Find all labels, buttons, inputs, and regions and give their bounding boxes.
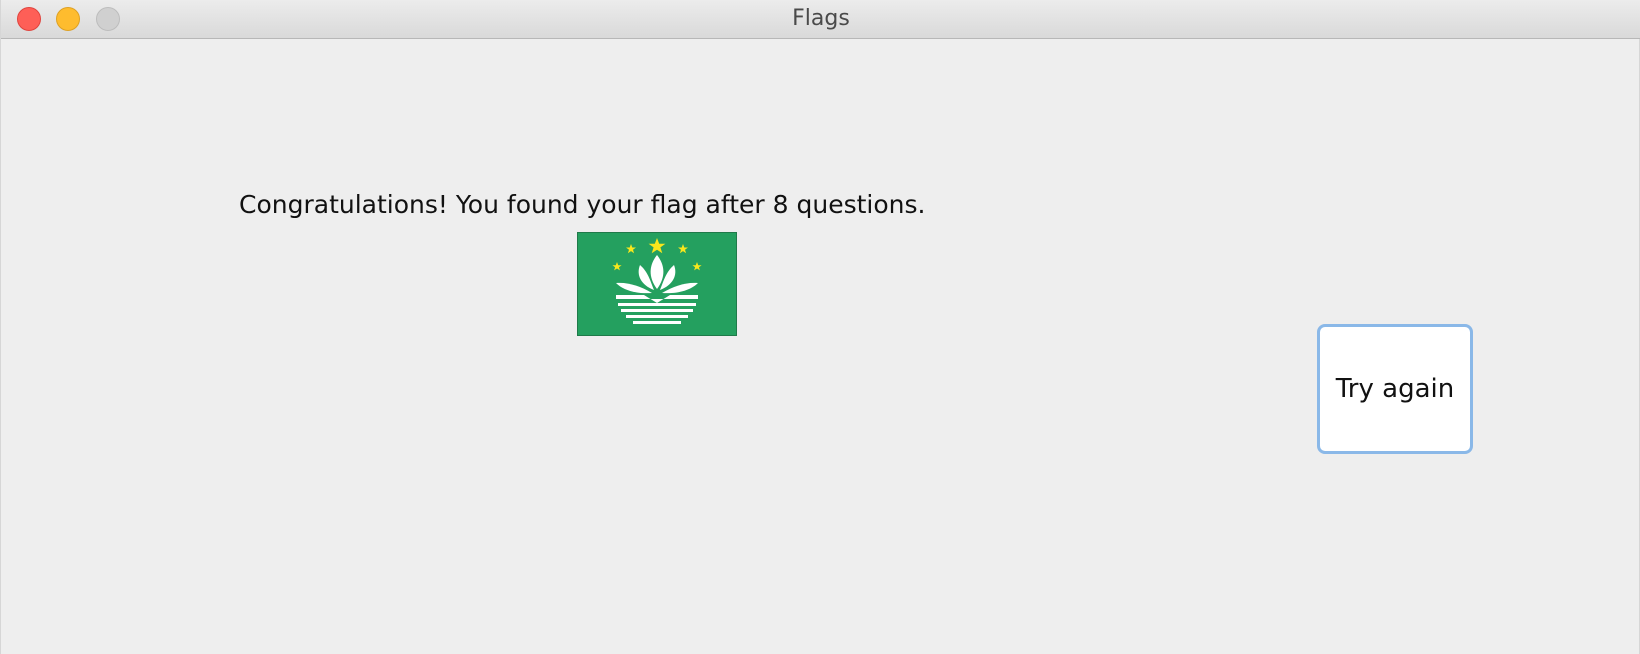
macau-flag-icon [577,232,737,336]
title-bar: Flags [1,0,1640,39]
flags-window: Flags Congratulations! You found your fl… [0,0,1640,654]
try-again-button[interactable]: Try again [1317,324,1473,454]
window-title: Flags [792,6,850,31]
congratulations-message: Congratulations! You found your flag aft… [239,190,926,219]
